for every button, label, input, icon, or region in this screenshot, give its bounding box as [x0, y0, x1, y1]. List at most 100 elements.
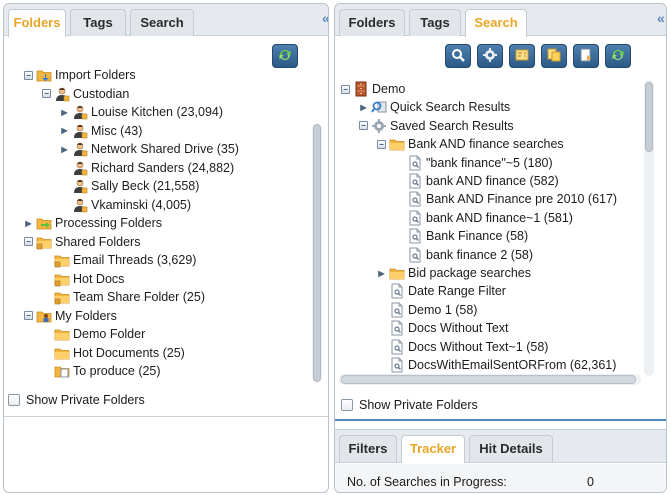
right-horizontal-scrollbar[interactable] — [339, 374, 641, 385]
properties-button[interactable] — [509, 44, 535, 68]
bottom-tabbar: Filters Tracker Hit Details — [335, 429, 666, 463]
refresh-icon — [610, 47, 626, 66]
search-tree-item[interactable]: − Demo — [341, 80, 405, 98]
collapse-toggle-icon[interactable]: − — [24, 311, 33, 320]
folder-tree-item[interactable]: Hot Docs — [42, 270, 124, 288]
tab-tags[interactable]: Tags — [409, 9, 461, 36]
right-scroll-thumb[interactable] — [645, 82, 653, 152]
folder-tree-label: To produce (25) — [73, 364, 161, 378]
right-vertical-scrollbar[interactable] — [644, 80, 654, 376]
folder-tree-item[interactable]: Team Share Folder (25) — [42, 288, 205, 306]
folder-tree-label: Network Shared Drive (35) — [91, 142, 239, 156]
expand-arrow-icon[interactable]: ▶ — [60, 126, 69, 135]
search-tree-item[interactable]: Bank Finance (58) — [395, 227, 528, 245]
new-search-button[interactable] — [445, 44, 471, 68]
collapse-toggle-icon[interactable]: − — [359, 121, 368, 131]
search-tree-label: DocsWithEmailSentORFrom (62,361) — [408, 358, 617, 372]
tab-search[interactable]: Search — [130, 9, 194, 36]
search-tree-item[interactable]: ▶ Bid package searches — [377, 264, 531, 282]
tab-folders[interactable]: Folders — [339, 9, 405, 36]
folder-tree-item[interactable]: Sally Beck (21,558) — [60, 177, 199, 195]
search-tree-label: Bank AND finance searches — [408, 137, 564, 152]
person-icon — [72, 197, 88, 213]
search-tree-item[interactable]: ▶ Quick Search Results — [359, 98, 510, 116]
folder-tree-item[interactable]: − Custodian — [42, 85, 129, 103]
folder-icon — [54, 345, 70, 361]
search-tree-item[interactable]: "bank finance"~5 (180) — [395, 154, 553, 172]
folder-tree-label: Custodian — [73, 86, 130, 101]
search-tree-item[interactable]: bank AND finance (582) — [395, 172, 559, 190]
search-tree-item[interactable]: Docs Without Text~1 (58) — [377, 338, 548, 356]
folder-tree-item[interactable]: ▶ Misc (43) — [60, 122, 142, 140]
show-private-folders-label: Show Private Folders — [26, 393, 145, 407]
folder-tree-item[interactable]: − Import Folders — [24, 66, 136, 84]
show-private-folders-checkbox[interactable] — [341, 399, 353, 411]
search-tree-item[interactable]: − Saved Search Results — [359, 117, 514, 135]
folder-tree-label: Email Threads (3,629) — [73, 253, 197, 267]
magnifier-icon — [450, 47, 466, 66]
expand-arrow-icon[interactable]: ▶ — [60, 145, 69, 154]
left-vertical-scrollbar[interactable] — [312, 124, 322, 382]
search-tree-item[interactable]: − Bank AND finance searches — [377, 135, 564, 153]
folder-tree-label: My Folders — [55, 308, 117, 323]
collapse-toggle-icon[interactable]: − — [24, 237, 33, 246]
folder-tree-label: Hot Docs — [73, 271, 125, 286]
refresh-button[interactable] — [272, 44, 298, 68]
person-icon — [54, 86, 70, 102]
settings-button[interactable] — [477, 44, 503, 68]
folder-tree-item[interactable]: Richard Sanders (24,882) — [60, 159, 234, 177]
search-tree-item[interactable]: DocsWithEmailSentORFrom (62,361) — [377, 356, 616, 374]
folder-tree-item[interactable]: Email Threads (3,629) — [42, 251, 196, 269]
copy-button[interactable] — [541, 44, 567, 68]
collapse-toggle-icon[interactable]: − — [377, 139, 386, 149]
expand-arrow-icon[interactable]: ▶ — [359, 103, 368, 112]
collapse-toggle-icon[interactable]: − — [42, 89, 51, 98]
show-private-folders-checkbox[interactable] — [8, 394, 20, 406]
tab-filters[interactable]: Filters — [339, 435, 397, 462]
expand-arrow-icon[interactable]: ▶ — [60, 108, 69, 117]
folder-tree-item[interactable]: Demo Folder — [42, 325, 145, 343]
gear-icon — [482, 47, 498, 66]
folder-tree-item[interactable]: Hot Documents (25) — [42, 344, 185, 362]
show-private-folders-row[interactable]: Show Private Folders — [8, 393, 145, 407]
folder-tree-item[interactable]: ▶ Louise Kitchen (23,094) — [60, 103, 223, 121]
search-tree-item[interactable]: Bank AND Finance pre 2010 (617) — [395, 190, 617, 208]
collapse-toggle-icon[interactable]: − — [341, 84, 350, 94]
left-scroll-thumb[interactable] — [313, 124, 321, 382]
expand-arrow-icon[interactable]: ▶ — [377, 269, 386, 278]
tab-tags[interactable]: Tags — [70, 9, 126, 36]
folder-tree-item[interactable]: Vkaminski (4,005) — [60, 196, 191, 214]
tab-tracker[interactable]: Tracker — [401, 435, 465, 463]
search-tree-item[interactable]: Date Range Filter — [377, 282, 506, 300]
folder-tree-item[interactable]: ▶ Processing Folders — [24, 214, 162, 232]
right-hscroll-thumb[interactable] — [341, 375, 636, 384]
tab-hit-details[interactable]: Hit Details — [469, 435, 553, 462]
folder-tree-item[interactable]: To produce (25) — [42, 362, 161, 380]
export-button[interactable] — [573, 44, 599, 68]
folder-tree-item[interactable]: − Shared Folders — [24, 233, 140, 251]
tab-search[interactable]: Search — [465, 9, 527, 37]
folder-tree-item[interactable]: ▶ Network Shared Drive (35) — [60, 140, 239, 158]
search-tree-item[interactable]: Demo 1 (58) — [377, 301, 477, 319]
saved-search-icon — [371, 118, 387, 134]
search-tree-item[interactable]: Docs Without Text — [377, 319, 509, 337]
cabinet-icon — [353, 81, 369, 97]
collapse-panel-icon[interactable]: « — [322, 10, 328, 26]
tab-folders[interactable]: Folders — [8, 9, 66, 37]
refresh-button[interactable] — [605, 44, 631, 68]
expand-arrow-icon[interactable]: ▶ — [24, 219, 33, 228]
show-private-folders-row[interactable]: Show Private Folders — [341, 398, 478, 412]
search-doc-icon — [389, 302, 405, 318]
search-tree-item[interactable]: bank AND finance~1 (581) — [395, 209, 573, 227]
search-tree-item[interactable]: bank finance 2 (58) — [395, 246, 533, 264]
folder-tree-label: Processing Folders — [55, 216, 162, 230]
folder-tree-item[interactable]: − My Folders — [24, 307, 117, 325]
collapse-toggle-icon[interactable]: − — [24, 70, 33, 80]
collapse-panel-icon[interactable]: « — [657, 10, 665, 26]
search-doc-icon — [407, 228, 423, 244]
